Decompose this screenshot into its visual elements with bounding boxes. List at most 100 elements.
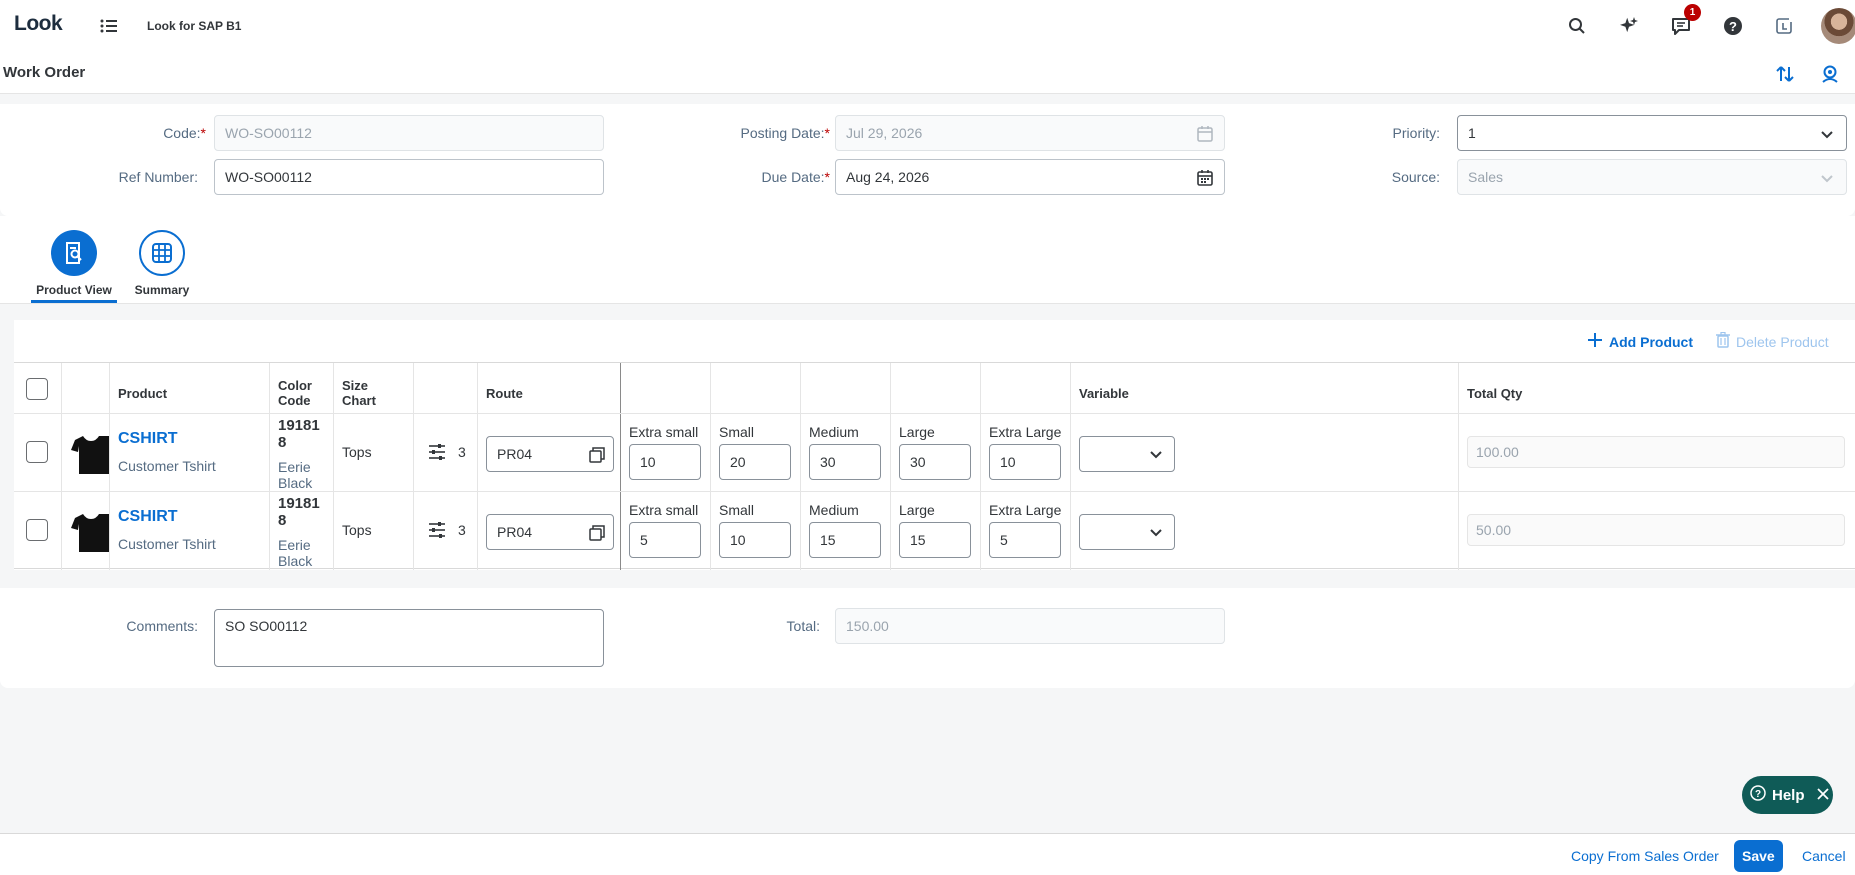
- comments-textarea[interactable]: SO SO00112: [214, 609, 604, 667]
- size-label: Extra small: [629, 424, 699, 440]
- active-tab-indicator: [31, 300, 117, 303]
- row-checkbox[interactable]: [26, 441, 48, 463]
- size-qty-input[interactable]: 30: [809, 444, 881, 480]
- size-qty-input[interactable]: 10: [989, 444, 1061, 480]
- launchpad-icon[interactable]: [1773, 14, 1797, 38]
- grid-table-icon: [139, 230, 185, 276]
- size-qty-input[interactable]: 15: [809, 522, 881, 558]
- chevron-down-icon[interactable]: [1818, 125, 1836, 143]
- cancel-button[interactable]: Cancel: [1794, 840, 1854, 872]
- ref-number-field[interactable]: WO-SO00112: [214, 159, 604, 195]
- total-qty-field[interactable]: 50.00: [1467, 514, 1845, 546]
- ai-sparkle-icon[interactable]: [1617, 14, 1641, 38]
- notifications-icon[interactable]: 1: [1669, 4, 1701, 38]
- variable-cell: [1071, 492, 1459, 570]
- variable-select[interactable]: [1079, 436, 1175, 472]
- size-qty-input[interactable]: 10: [629, 444, 701, 480]
- user-avatar[interactable]: [1821, 8, 1855, 44]
- total-label: Total:: [786, 618, 820, 634]
- variant-count: 3: [458, 522, 466, 538]
- size-qty-input[interactable]: 15: [899, 522, 971, 558]
- footer-action-bar: Copy From Sales Order Save Cancel: [0, 833, 1855, 875]
- table-row[interactable]: CSHIRT Customer Tshirt 191818 Eerie Blac…: [14, 413, 1855, 492]
- delete-icon: [1716, 331, 1730, 351]
- view-tabs: Product View Summary: [0, 216, 1855, 304]
- tab-label: Product View: [36, 283, 112, 297]
- tshirt-image: [71, 436, 109, 474]
- delete-product-button[interactable]: Delete Product: [1716, 331, 1829, 351]
- close-icon[interactable]: [1816, 787, 1829, 804]
- variants-cell: 3: [414, 492, 478, 570]
- title-bar: Work Order: [0, 52, 1855, 94]
- color-code: 191818: [278, 495, 320, 529]
- size-qty-input[interactable]: 20: [719, 444, 791, 480]
- size-cell: Extra Large 5: [981, 492, 1071, 570]
- size-chart-cell: Tops: [334, 414, 414, 492]
- source-select[interactable]: Sales: [1457, 159, 1847, 195]
- route-input[interactable]: PR04: [486, 436, 614, 472]
- product-image-cell: [62, 414, 110, 492]
- route-input[interactable]: PR04: [486, 514, 614, 550]
- header-total-qty: Total Qty: [1467, 385, 1523, 401]
- row-select-cell: [14, 414, 62, 492]
- notification-badge: 1: [1684, 4, 1701, 21]
- add-product-button[interactable]: Add Product: [1587, 332, 1693, 351]
- value-help-icon[interactable]: [589, 447, 605, 466]
- product-description: Customer Tshirt: [118, 458, 216, 474]
- header-size-chart: Size Chart: [334, 363, 414, 413]
- priority-select[interactable]: 1: [1457, 115, 1847, 151]
- app-logo[interactable]: Look: [14, 12, 63, 36]
- size-chart-value: Tops: [342, 444, 372, 460]
- calendar-icon[interactable]: [1196, 125, 1214, 143]
- header-size-3: [801, 363, 891, 413]
- size-label: Extra Large: [989, 502, 1062, 518]
- shell-bar: Look Look for SAP B1 1 ?: [0, 0, 1855, 52]
- table-row[interactable]: CSHIRT Customer Tshirt 191818 Eerie Blac…: [14, 491, 1855, 570]
- header-image: [62, 363, 110, 413]
- value-help-icon[interactable]: [589, 525, 605, 544]
- due-date-field[interactable]: Aug 24, 2026: [835, 159, 1225, 195]
- color-code-cell: 191818 Eerie Black: [270, 414, 334, 492]
- row-checkbox[interactable]: [26, 519, 48, 541]
- size-label: Medium: [809, 502, 859, 518]
- products-table-panel: Add Product Delete Product Product Color…: [14, 320, 1855, 570]
- filter-sliders-icon[interactable]: [428, 521, 446, 542]
- comments-label: Comments:: [126, 618, 198, 634]
- tab-product-view[interactable]: Product View: [29, 230, 119, 302]
- product-link[interactable]: CSHIRT: [118, 508, 178, 526]
- tab-summary[interactable]: Summary: [117, 230, 207, 302]
- source-label: Source:: [1391, 169, 1440, 185]
- variable-select[interactable]: [1079, 514, 1175, 550]
- menu-list-icon[interactable]: [98, 15, 120, 37]
- products-table: Product Color Code Size Chart Route Vari…: [14, 362, 1855, 572]
- copy-from-sales-order-button[interactable]: Copy From Sales Order: [1563, 840, 1727, 872]
- header-size-4: [891, 363, 981, 413]
- posting-date-field[interactable]: Jul 29, 2026: [835, 115, 1225, 151]
- help-button[interactable]: ? Help: [1742, 776, 1833, 814]
- add-product-label: Add Product: [1609, 333, 1693, 350]
- total-qty-cell: 50.00: [1459, 492, 1855, 570]
- total-field[interactable]: 150.00: [835, 608, 1225, 644]
- search-icon[interactable]: [1565, 14, 1589, 38]
- chevron-down-icon[interactable]: [1818, 169, 1836, 187]
- size-qty-input[interactable]: 5: [989, 522, 1061, 558]
- settings-group-icon[interactable]: [1820, 64, 1840, 84]
- calendar-icon[interactable]: [1196, 169, 1214, 187]
- save-button[interactable]: Save: [1734, 840, 1783, 872]
- sort-icon[interactable]: [1775, 64, 1795, 84]
- size-qty-input[interactable]: 10: [719, 522, 791, 558]
- posting-date-label: Posting Date:*: [740, 125, 830, 141]
- size-cell: Extra small 10: [621, 414, 711, 492]
- product-link[interactable]: CSHIRT: [118, 430, 178, 448]
- filter-sliders-icon[interactable]: [428, 443, 446, 464]
- total-qty-field[interactable]: 100.00: [1467, 436, 1845, 468]
- size-qty-input[interactable]: 30: [899, 444, 971, 480]
- select-all-checkbox[interactable]: [26, 378, 48, 400]
- page-title: Work Order: [3, 64, 86, 81]
- help-circle-icon[interactable]: ?: [1721, 14, 1745, 38]
- add-icon: [1587, 332, 1603, 351]
- code-field[interactable]: WO-SO00112: [214, 115, 604, 151]
- variants-cell: 3: [414, 414, 478, 492]
- size-label: Extra small: [629, 502, 699, 518]
- size-qty-input[interactable]: 5: [629, 522, 701, 558]
